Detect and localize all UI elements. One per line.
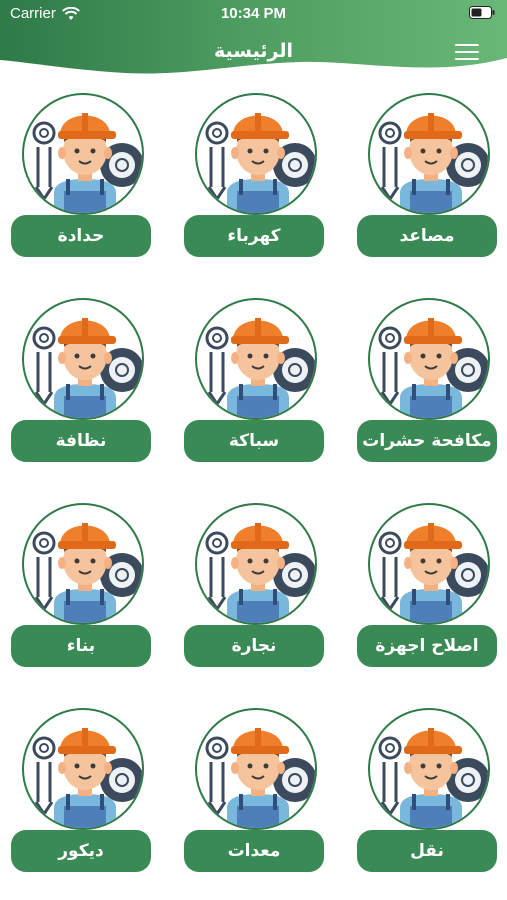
service-button[interactable]: مكافحة حشرات [357,420,497,462]
service-button[interactable]: ديكور [11,830,151,872]
service-button[interactable]: معدات [184,830,324,872]
worker-avatar-icon [195,298,317,420]
services-grid: مصاعد كهرباء حدادة مكافحة حشرات سباكة نظ… [0,0,507,900]
worker-avatar-icon [195,93,317,215]
worker-avatar-icon [22,708,144,830]
service-button[interactable]: كهرباء [184,215,324,257]
service-card[interactable]: ديكور [11,708,151,878]
service-card[interactable]: مصاعد [357,93,497,263]
worker-avatar-icon [22,503,144,625]
worker-avatar-icon [22,298,144,420]
service-card[interactable]: معدات [184,708,324,878]
worker-avatar-icon [368,503,490,625]
service-card[interactable]: نظافة [11,298,151,468]
worker-avatar-icon [195,708,317,830]
service-card[interactable]: بناء [11,503,151,673]
service-card[interactable]: سباكة [184,298,324,468]
service-button[interactable]: نظافة [11,420,151,462]
service-card[interactable]: مكافحة حشرات [357,298,497,468]
service-button[interactable]: سباكة [184,420,324,462]
worker-avatar-icon [368,708,490,830]
service-button[interactable]: بناء [11,625,151,667]
service-button[interactable]: مصاعد [357,215,497,257]
service-button[interactable]: اصلاح اجهزة [357,625,497,667]
worker-avatar-icon [195,503,317,625]
service-card[interactable]: حدادة [11,93,151,263]
worker-avatar-icon [368,93,490,215]
service-button[interactable]: نجارة [184,625,324,667]
worker-avatar-icon [368,298,490,420]
service-card[interactable]: كهرباء [184,93,324,263]
worker-avatar-icon [22,93,144,215]
service-button[interactable]: نقل [357,830,497,872]
service-card[interactable]: نجارة [184,503,324,673]
service-button[interactable]: حدادة [11,215,151,257]
service-card[interactable]: اصلاح اجهزة [357,503,497,673]
service-card[interactable]: نقل [357,708,497,878]
